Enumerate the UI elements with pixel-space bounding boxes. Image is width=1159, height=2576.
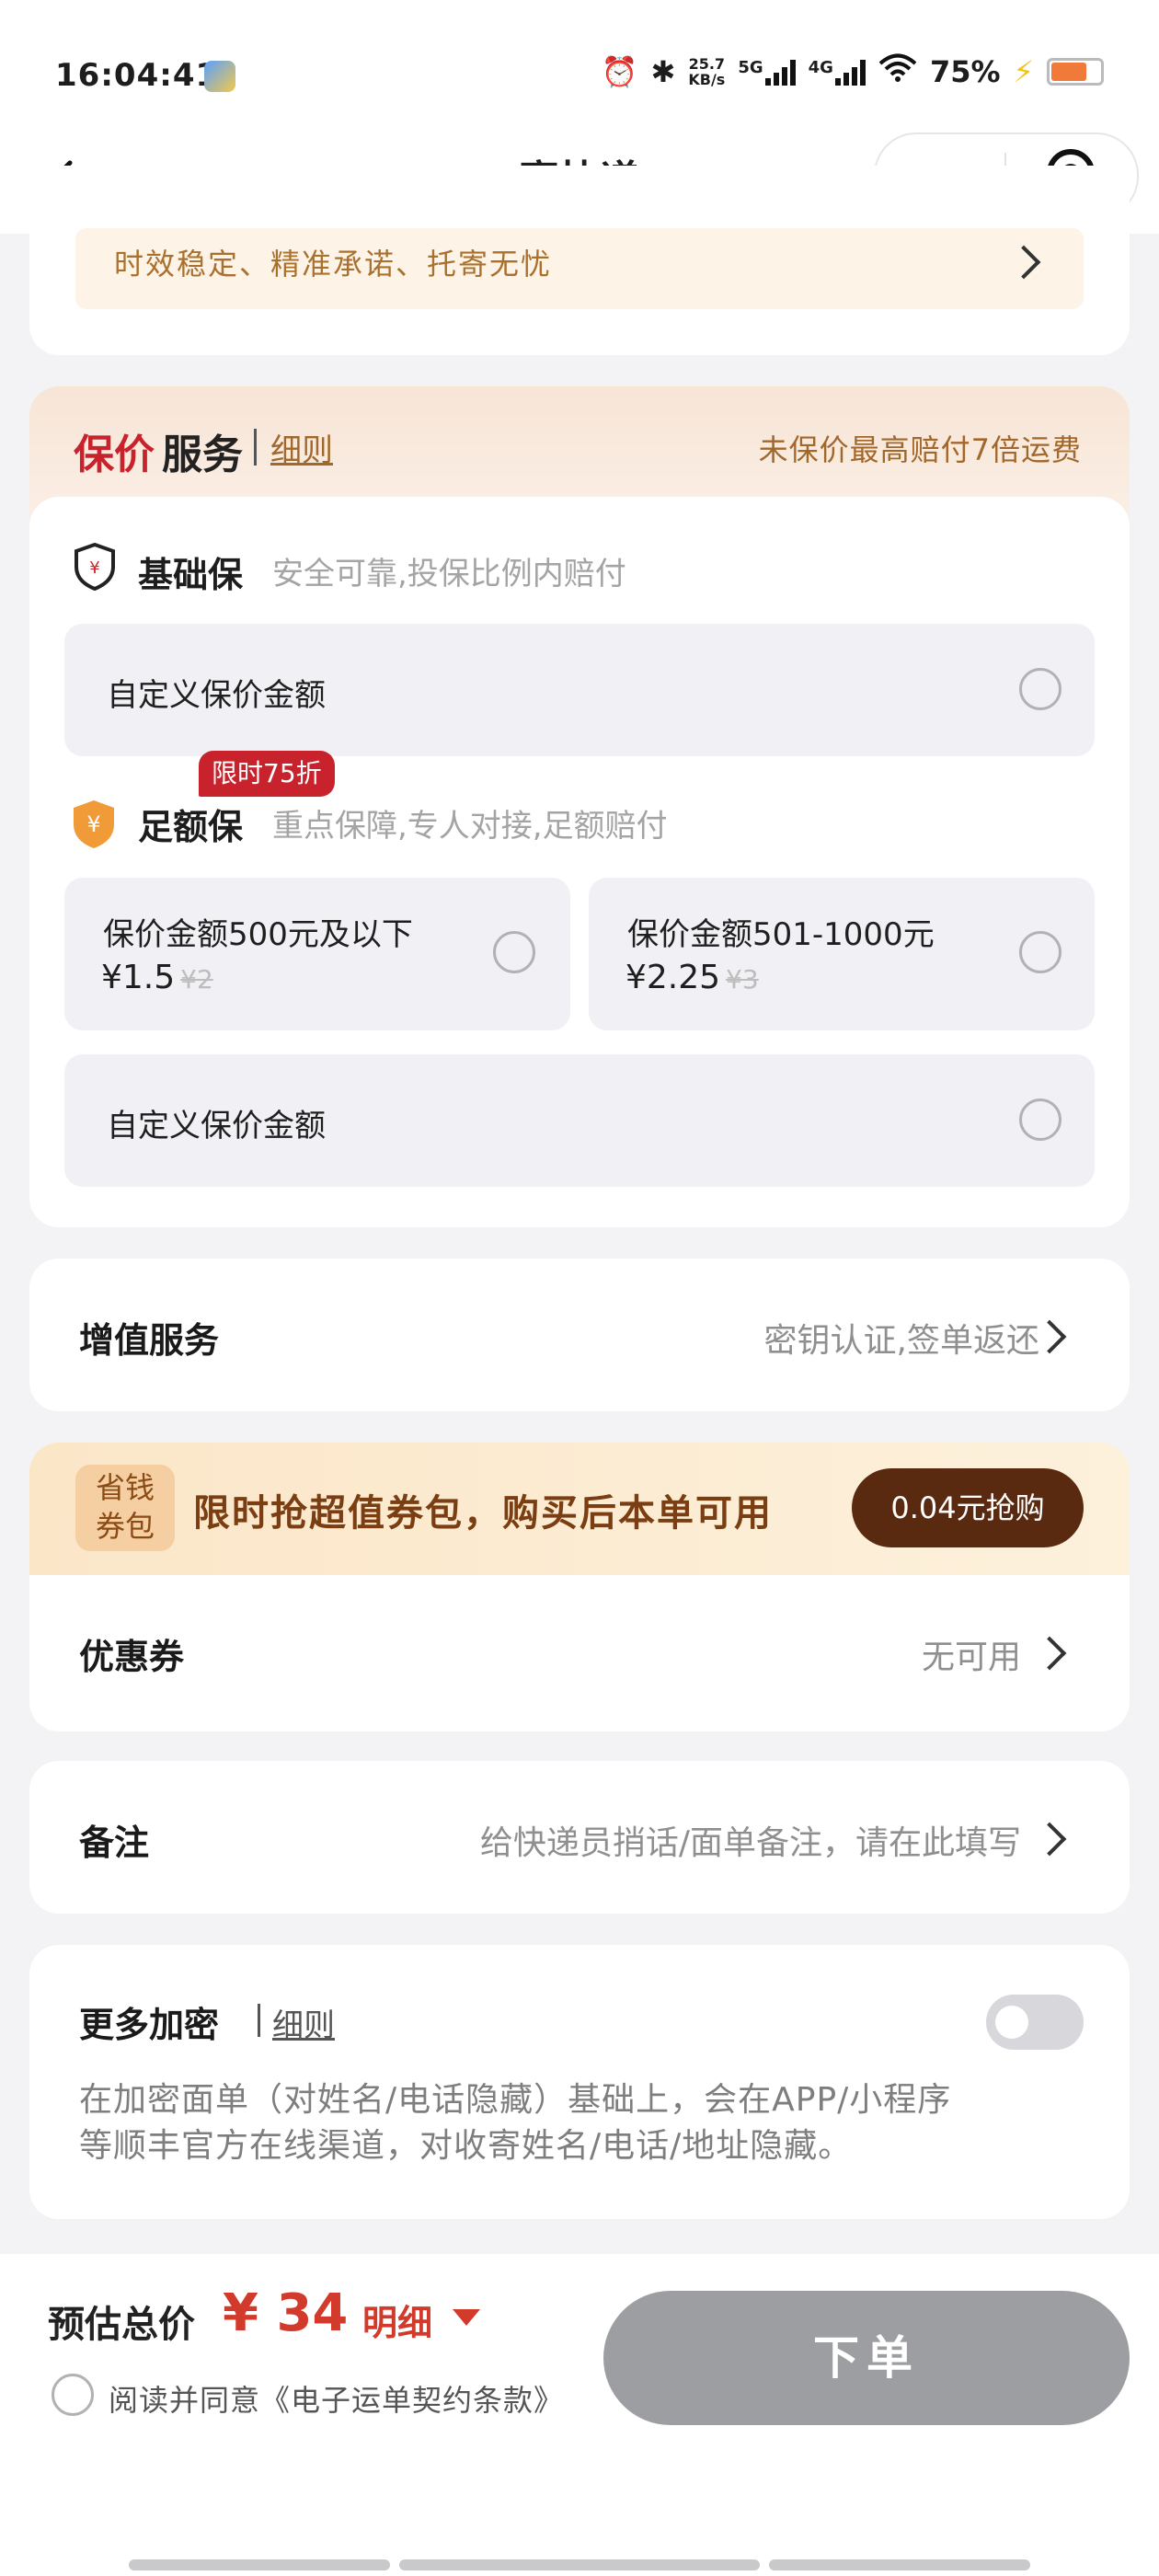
full-option-500-label: 保价金额500元及以下	[103, 916, 413, 953]
battery-percent: 75%	[929, 54, 1001, 89]
service-banner-text: 时效稳定、精准承诺、托寄无忧	[114, 247, 553, 282]
remark-placeholder[interactable]: 给快递员捎话/面单备注，请在此填写	[480, 1816, 1021, 1864]
shield-icon: ¥	[74, 542, 116, 592]
old-price: ¥3	[726, 964, 759, 995]
encryption-title: 更多加密	[79, 2005, 220, 2045]
remark-title: 备注	[79, 1823, 150, 1863]
full-insurance-title: 足额保	[138, 807, 244, 847]
insurance-title-red: 保价	[74, 431, 155, 478]
status-icons: ⏰ ✱ 25.7 KB/s 5G 4G 75% ⚡	[602, 53, 1104, 90]
coupon-value: 无可用	[921, 1639, 1021, 1676]
value-added-title: 增值服务	[79, 1320, 220, 1361]
speed-unit: KB/s	[688, 71, 726, 88]
buy-coupon-button[interactable]: 0.04元抢购	[852, 1468, 1084, 1547]
title-separator	[258, 2004, 260, 2037]
promo-text: 限时抢超值券包，购买后本单可用	[193, 1492, 773, 1535]
agree-checkbox[interactable]	[52, 2374, 94, 2416]
full-option-1000-price: ¥2.25 ¥3	[625, 959, 759, 996]
basic-insurance-desc: 安全可靠,投保比例内赔付	[272, 556, 626, 592]
coupon-title: 优惠券	[79, 1637, 185, 1677]
discount-tag: 限时75折	[199, 751, 335, 797]
title-separator	[254, 429, 257, 466]
agree-terms-text[interactable]: 阅读并同意《电子运单契约条款》	[109, 2377, 564, 2420]
encryption-desc-line1: 在加密面单（对姓名/电话隐藏）基础上，会在APP/小程序	[79, 2081, 952, 2119]
svg-text:¥: ¥	[86, 811, 100, 837]
old-price: ¥2	[180, 964, 213, 995]
signal-5g: 5G	[738, 58, 796, 86]
saving-badge: 省钱 券包	[75, 1465, 175, 1551]
price: ¥1.5	[101, 959, 176, 996]
signal-4g: 4G	[809, 58, 866, 86]
full-option-500-radio[interactable]	[493, 931, 535, 973]
insurance-title-dark: 服务	[162, 431, 243, 478]
full-insurance-desc: 重点保障,专人对接,足额赔付	[272, 808, 668, 845]
encryption-desc: 在加密面单（对姓名/电话隐藏）基础上，会在APP/小程序 等顺丰官方在线渠道，对…	[79, 2077, 1091, 2169]
place-order-button[interactable]: 下单	[603, 2291, 1130, 2425]
encryption-rule-link[interactable]: 细则	[272, 2000, 335, 2045]
basic-custom-radio[interactable]	[1019, 668, 1061, 710]
full-option-500-price: ¥1.5 ¥2	[101, 959, 213, 996]
encryption-desc-line2: 等顺丰官方在线渠道，对收寄姓名/电话/地址隐藏。	[79, 2127, 853, 2165]
price: ¥2.25	[625, 959, 721, 996]
network-speed: 25.7 KB/s	[688, 56, 725, 87]
estimated-total-price: ¥ 34	[223, 2283, 349, 2343]
alarm-icon: ⏰	[601, 54, 638, 89]
caret-down-icon	[453, 2309, 480, 2326]
shield-yen-icon: ¥	[70, 799, 114, 848]
net-label-4g: 4G	[808, 58, 833, 77]
app-notification-icon	[204, 61, 235, 92]
net-label-5g: 5G	[738, 58, 763, 77]
value-added-value: 密钥认证,签单返还	[763, 1322, 1039, 1360]
full-option-1000-radio[interactable]	[1019, 931, 1061, 973]
wifi-icon	[878, 53, 917, 90]
insurance-rule-link[interactable]: 细则	[270, 425, 333, 470]
gesture-bar-left	[129, 2559, 390, 2570]
price-detail-button[interactable]: 明细	[362, 2294, 432, 2345]
badge-line1: 省钱	[95, 1470, 155, 1505]
basic-custom-label: 自定义保价金额	[107, 677, 326, 714]
full-option-1000-label: 保价金额501-1000元	[627, 916, 935, 953]
speed-value: 25.7	[688, 55, 726, 73]
bluetooth-icon: ✱	[650, 54, 676, 89]
svg-text:¥: ¥	[89, 558, 99, 578]
gesture-bar-center	[399, 2559, 760, 2570]
encryption-toggle[interactable]	[986, 1995, 1084, 2050]
insurance-note: 未保价最高赔付7倍运费	[758, 432, 1082, 467]
full-custom-label: 自定义保价金额	[107, 1108, 326, 1144]
full-custom-radio[interactable]	[1019, 1098, 1061, 1141]
badge-line2: 券包	[95, 1509, 155, 1544]
gesture-bar-right	[769, 2559, 1030, 2570]
status-time: 16:04:41	[55, 57, 219, 94]
basic-insurance-title: 基础保	[138, 555, 244, 595]
estimated-total-label: 预估总价	[48, 2304, 195, 2346]
charging-icon: ⚡	[1013, 54, 1034, 89]
battery-icon	[1047, 58, 1104, 86]
